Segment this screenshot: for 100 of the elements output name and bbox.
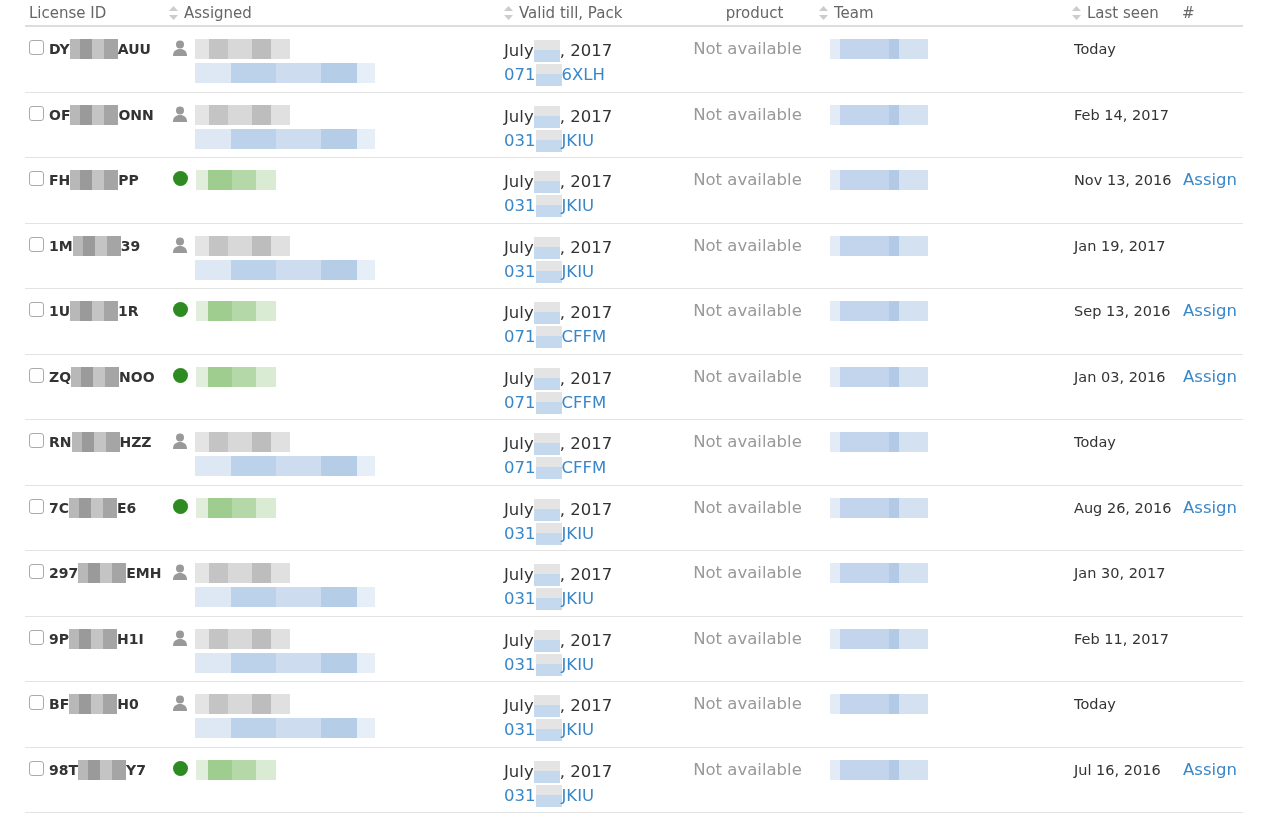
- redacted-text: [78, 759, 127, 780]
- redacted-text: [70, 301, 119, 321]
- product-status: Not available: [693, 759, 802, 779]
- pack-link[interactable]: 031: [504, 718, 536, 742]
- row-checkbox[interactable]: [29, 40, 44, 55]
- product-status: Not available: [693, 39, 802, 58]
- last-seen: Feb 11, 2017: [1074, 630, 1169, 647]
- row-checkbox[interactable]: [29, 302, 44, 317]
- sort-icon[interactable]: [169, 5, 178, 20]
- assign-link[interactable]: Assign: [1183, 301, 1237, 320]
- pack-link[interactable]: 031: [504, 783, 536, 808]
- row-checkbox[interactable]: [29, 498, 44, 514]
- column-header: License ID: [29, 3, 107, 22]
- valid-date: , 2017: [559, 564, 613, 586]
- pack-link[interactable]: JKIU: [561, 259, 595, 284]
- row-checkbox[interactable]: [29, 105, 44, 121]
- redacted-text: [533, 236, 560, 259]
- pack-link[interactable]: CFFM: [561, 456, 607, 480]
- redacted-text: [535, 64, 562, 86]
- valid-date: , 2017: [559, 302, 613, 324]
- redacted-text: [69, 497, 117, 518]
- pack-link[interactable]: 6XLH: [561, 63, 605, 87]
- row-checkbox[interactable]: [29, 695, 44, 710]
- license-id: 39: [120, 237, 141, 254]
- row-checkbox[interactable]: [29, 367, 44, 383]
- column-header: Assigned: [184, 3, 252, 22]
- license-id: AUU: [117, 41, 151, 57]
- valid-date: , 2017: [559, 367, 613, 390]
- pack-link[interactable]: JKIU: [561, 652, 595, 677]
- product-status: Not available: [693, 694, 802, 713]
- pack-link[interactable]: 071: [504, 390, 536, 415]
- license-id: H1I: [117, 630, 144, 647]
- valid-date: , 2017: [559, 629, 613, 652]
- pack-link[interactable]: 071: [504, 63, 536, 87]
- redacted-text: [533, 629, 560, 652]
- valid-date: July: [504, 433, 534, 455]
- row-checkbox[interactable]: [29, 629, 44, 645]
- pack-link[interactable]: JKIU: [561, 587, 595, 611]
- redacted-text: [533, 302, 560, 324]
- row-checkbox[interactable]: [29, 171, 44, 186]
- redacted-text: [70, 170, 119, 190]
- last-seen: Nov 13, 2016: [1074, 172, 1172, 188]
- last-seen: Feb 14, 2017: [1074, 106, 1169, 123]
- pack-link[interactable]: 031: [504, 521, 536, 546]
- assign-link[interactable]: Assign: [1183, 170, 1237, 189]
- pack-link[interactable]: JKIU: [561, 783, 595, 808]
- assign-link[interactable]: Assign: [1183, 759, 1237, 779]
- pack-link[interactable]: 031: [504, 587, 536, 611]
- last-seen: Jan 19, 2017: [1074, 237, 1166, 254]
- sort-icon[interactable]: [504, 5, 513, 20]
- row-checkbox[interactable]: [29, 236, 44, 252]
- pack-link[interactable]: JKIU: [561, 194, 595, 218]
- pack-link[interactable]: 031: [504, 259, 536, 284]
- pack-link[interactable]: CFFM: [561, 390, 607, 415]
- license-id: E6: [117, 499, 137, 516]
- status-dot: [173, 302, 188, 317]
- pack-link[interactable]: 031: [504, 652, 536, 677]
- valid-date: July: [504, 695, 534, 717]
- redacted-text: [72, 235, 121, 256]
- redacted-text: [69, 694, 118, 714]
- license-id: 1U: [49, 303, 71, 319]
- redacted-text: [533, 695, 560, 717]
- pack-link[interactable]: JKIU: [561, 521, 595, 546]
- last-seen: Today: [1074, 434, 1116, 450]
- redacted-text: [535, 391, 562, 414]
- redacted-text: [535, 588, 562, 610]
- row-checkbox[interactable]: [29, 760, 44, 776]
- assign-link[interactable]: Assign: [1183, 366, 1237, 386]
- redacted-text: [535, 653, 562, 676]
- redacted-text: [533, 760, 560, 783]
- sort-icon[interactable]: [1072, 5, 1081, 20]
- redacted-text: [535, 457, 562, 479]
- valid-date: July: [504, 629, 534, 652]
- valid-date: , 2017: [559, 695, 613, 717]
- license-id: BF: [49, 696, 70, 712]
- pack-link[interactable]: 031: [504, 128, 536, 153]
- row-checkbox[interactable]: [29, 433, 44, 448]
- redacted-text: [70, 104, 119, 125]
- product-status: Not available: [693, 563, 802, 582]
- row-checkbox[interactable]: [29, 564, 44, 579]
- redacted-text: [533, 40, 560, 62]
- assign-link[interactable]: Assign: [1183, 497, 1237, 517]
- valid-date: July: [504, 40, 534, 62]
- valid-date: , 2017: [559, 498, 613, 521]
- license-id: 98T: [49, 761, 79, 778]
- redacted-text: [533, 105, 560, 128]
- license-id: ZQ: [49, 368, 72, 385]
- pack-link[interactable]: 031: [504, 194, 536, 218]
- pack-link[interactable]: JKIU: [561, 128, 595, 153]
- pack-link[interactable]: 071: [504, 456, 536, 480]
- person-icon: [173, 40, 187, 56]
- license-id: 297: [49, 565, 79, 581]
- pack-link[interactable]: JKIU: [561, 718, 595, 742]
- sort-icon[interactable]: [819, 5, 828, 20]
- pack-link[interactable]: CFFM: [561, 325, 607, 349]
- license-id: 1R: [118, 303, 139, 319]
- valid-date: , 2017: [559, 236, 613, 259]
- person-icon: [173, 236, 187, 253]
- pack-link[interactable]: 071: [504, 325, 536, 349]
- product-status: Not available: [693, 366, 802, 386]
